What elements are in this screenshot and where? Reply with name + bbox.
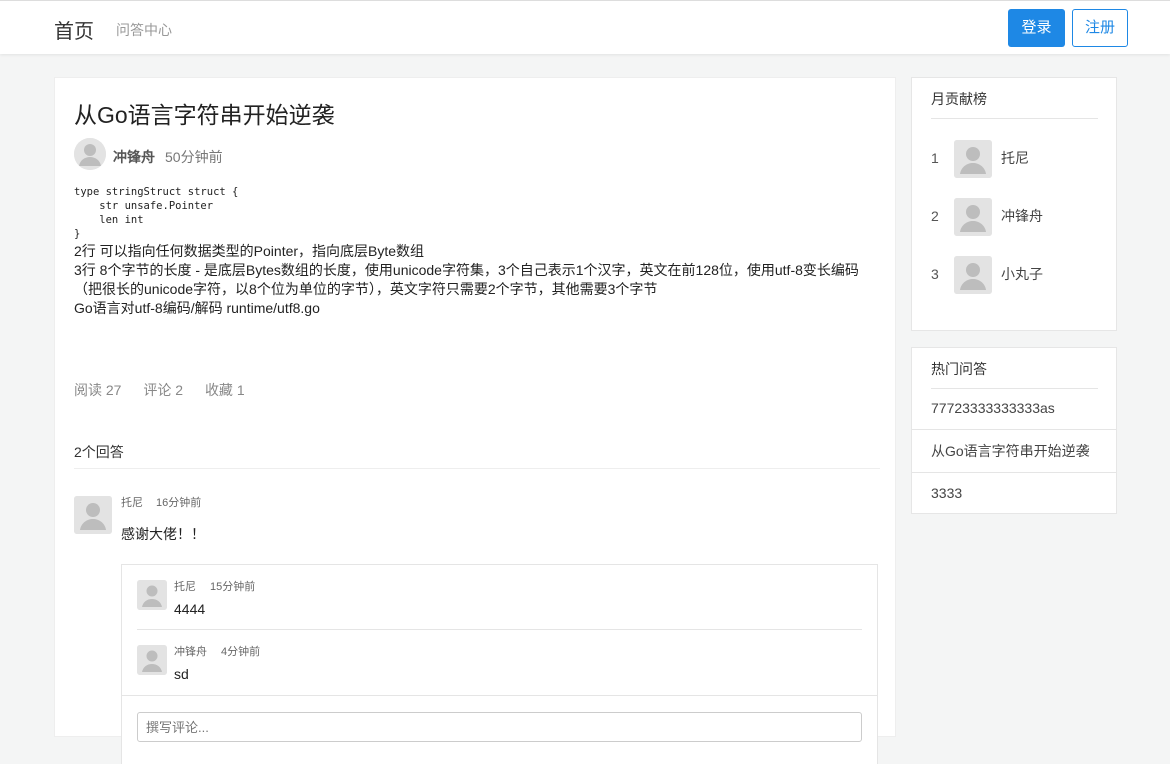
article-panel: 从Go语言字符串开始逆袭 冲锋舟 50分钟前 type stringStruct… [54, 77, 896, 764]
hot-title: 热门问答 [931, 361, 987, 377]
login-button[interactable]: 登录 [1008, 9, 1065, 47]
answer-avatar[interactable] [74, 496, 112, 534]
article-time: 50分钟前 [165, 149, 223, 165]
reply-list: 托尼 15分钟前 4444 冲锋舟 4分钟前 sd [121, 564, 878, 764]
rank-number: 2 [931, 208, 939, 224]
author-avatar[interactable] [74, 138, 106, 170]
reply-time: 4分钟前 [221, 646, 261, 658]
reply-author[interactable]: 托尼 [174, 578, 196, 594]
read-count: 阅读 27 [74, 382, 122, 398]
user-icon [954, 256, 992, 294]
author-name[interactable]: 冲锋舟 [113, 147, 155, 167]
rank-avatar[interactable] [954, 256, 992, 294]
answer-time: 16分钟前 [156, 497, 202, 509]
divider [137, 629, 862, 630]
monthly-ranking-card: 月贡献榜 1 托尼 2 冲锋舟 3 小丸子 [911, 77, 1117, 331]
answer-author[interactable]: 托尼 [121, 494, 143, 510]
hot-questions-card: 热门问答 77723333333333as 从Go语言字符串开始逆袭 3333 [911, 347, 1117, 514]
article-stats: 阅读 27 评论 2 收藏 1 [74, 380, 263, 400]
reply-avatar[interactable] [137, 580, 167, 610]
divider [931, 118, 1098, 119]
reply-time: 15分钟前 [210, 581, 256, 593]
hot-question-item[interactable]: 3333 [912, 472, 1116, 515]
nav-qa-center-link[interactable]: 问答中心 [116, 20, 172, 40]
article-body: 2行 可以指向任何数据类型的Pointer，指向底层Byte数组 3行 8个字节… [74, 242, 880, 318]
article-line: Go语言对utf-8编码/解码 runtime/utf8.go [74, 300, 320, 316]
comment-input[interactable] [137, 712, 862, 742]
rank-user-name[interactable]: 托尼 [1001, 148, 1029, 168]
article-line: 3行 8个字节的长度 - 是底层Bytes数组的长度，使用unicode字符集，… [74, 262, 859, 297]
reply-content: 4444 [174, 601, 206, 617]
user-icon [137, 580, 167, 610]
user-icon [954, 198, 992, 236]
comment-count[interactable]: 评论 2 [143, 382, 183, 398]
rank-avatar[interactable] [954, 140, 992, 178]
rank-user-name[interactable]: 小丸子 [1001, 264, 1043, 284]
article-line: 2行 可以指向任何数据类型的Pointer，指向底层Byte数组 [74, 243, 425, 259]
hot-question-item[interactable]: 从Go语言字符串开始逆袭 [912, 430, 1116, 473]
reply-avatar[interactable] [137, 645, 167, 675]
answers-heading: 2个回答 [74, 444, 124, 460]
reply-author[interactable]: 冲锋舟 [174, 643, 207, 659]
divider [74, 468, 880, 469]
rank-user-name[interactable]: 冲锋舟 [1001, 206, 1043, 226]
reply-content: sd [174, 666, 189, 682]
article-title: 从Go语言字符串开始逆袭 [74, 102, 335, 128]
user-icon [137, 645, 167, 675]
top-navbar: 首页 问答中心 登录 注册 [0, 0, 1170, 54]
rank-avatar[interactable] [954, 198, 992, 236]
answer-content: 感谢大佬！！ [121, 526, 205, 542]
nav-home-link[interactable]: 首页 [54, 15, 94, 44]
rank-number: 3 [931, 266, 939, 282]
user-icon [74, 138, 106, 170]
hot-question-item[interactable]: 77723333333333as [912, 387, 1116, 430]
user-icon [74, 496, 112, 534]
favorite-count[interactable]: 收藏 1 [205, 382, 245, 398]
ranking-title: 月贡献榜 [931, 91, 987, 107]
divider [122, 695, 877, 696]
user-icon [954, 140, 992, 178]
rank-number: 1 [931, 150, 939, 166]
code-block: type stringStruct struct { str unsafe.Po… [74, 186, 239, 240]
register-button[interactable]: 注册 [1072, 9, 1128, 47]
